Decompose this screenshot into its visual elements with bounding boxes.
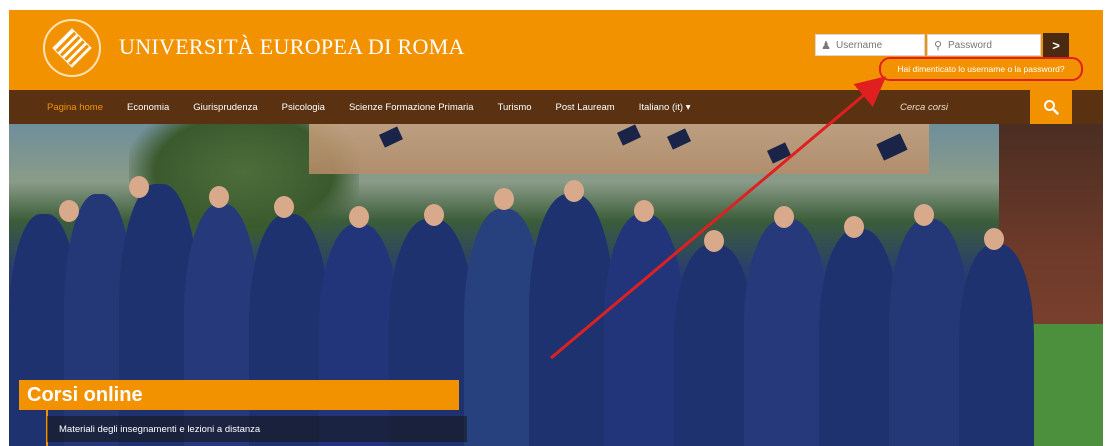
nav-menu: Pagina home Economia Giurisprudenza Psic…: [35, 90, 702, 124]
forgot-credentials-link[interactable]: Hai dimenticato lo username o la passwor…: [879, 57, 1083, 81]
login-form: ♟ ⚲ >: [815, 33, 1069, 57]
site-header: UNIVERSITÀ EUROPEA DI ROMA ♟ ⚲ > Hai dim…: [9, 10, 1103, 90]
nav-item-scienze-formazione[interactable]: Scienze Formazione Primaria: [337, 90, 486, 124]
site-title[interactable]: UNIVERSITÀ EUROPEA DI ROMA: [119, 34, 465, 60]
course-search-input[interactable]: Cerca corsi: [890, 90, 1030, 124]
key-icon: ⚲: [933, 39, 943, 52]
username-field-wrapper: ♟: [815, 34, 925, 56]
university-logo[interactable]: [43, 19, 101, 77]
nav-item-turismo[interactable]: Turismo: [486, 90, 544, 124]
password-field-wrapper: ⚲: [927, 34, 1041, 56]
nav-item-psicologia[interactable]: Psicologia: [270, 90, 337, 124]
nav-item-home[interactable]: Pagina home: [35, 90, 115, 124]
hero-title[interactable]: Corsi online: [19, 380, 459, 410]
login-submit-button[interactable]: >: [1043, 33, 1069, 57]
logo-emblem-icon: [52, 28, 92, 68]
password-input[interactable]: [948, 35, 1040, 55]
page: UNIVERSITÀ EUROPEA DI ROMA ♟ ⚲ > Hai dim…: [9, 10, 1103, 446]
language-dropdown[interactable]: Italiano (it) ▾: [627, 90, 703, 124]
username-input[interactable]: [836, 35, 924, 55]
user-icon: ♟: [821, 39, 831, 52]
nav-item-giurisprudenza[interactable]: Giurisprudenza: [181, 90, 269, 124]
nav-item-economia[interactable]: Economia: [115, 90, 181, 124]
hero-subtitle: Materiali degli insegnamenti e lezioni a…: [47, 416, 467, 442]
search-button[interactable]: [1030, 90, 1072, 124]
search-icon: [1044, 100, 1059, 115]
nav-item-post-lauream[interactable]: Post Lauream: [544, 90, 627, 124]
hero-banner: Corsi online Materiali degli insegnament…: [9, 124, 1103, 446]
